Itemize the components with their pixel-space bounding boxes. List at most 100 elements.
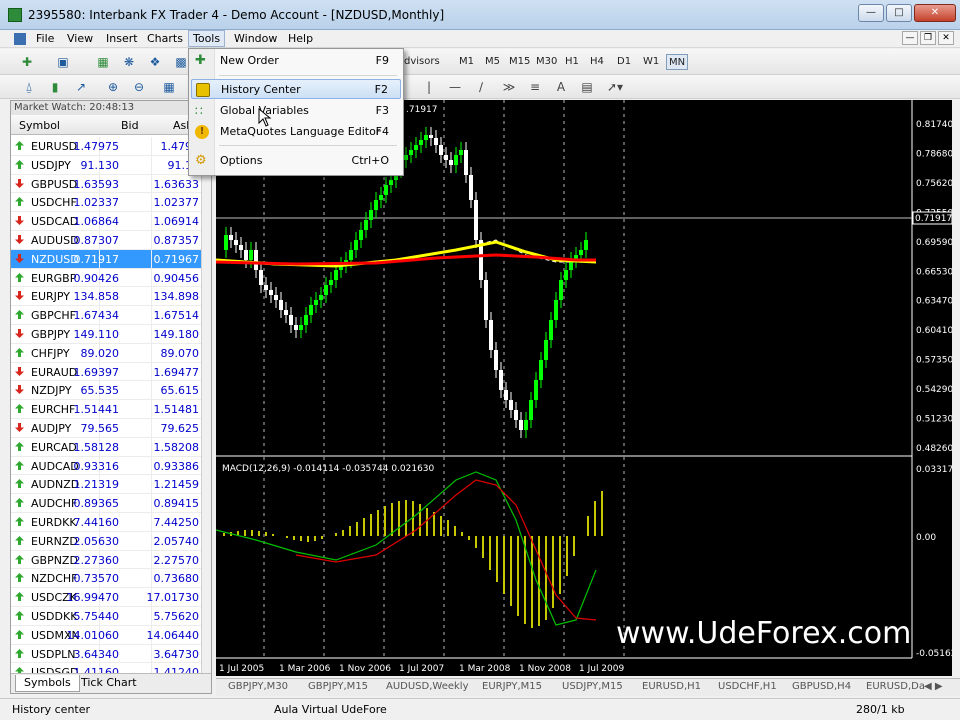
market-watch-row[interactable]: EURNZD 2.05630 2.05740 [11, 531, 201, 551]
market-watch-row[interactable]: NZDCHF 0.73570 0.73680 [11, 569, 201, 589]
col-symbol-header[interactable]: Symbol [19, 119, 60, 132]
chart-tab[interactable]: GBPJPY,M15 [308, 681, 368, 692]
market-watch-row[interactable]: EURDKK 7.44160 7.44250 [11, 513, 201, 532]
text-tool-icon[interactable]: A [552, 78, 570, 96]
expert-advisors-button[interactable]: dvisors [402, 54, 442, 70]
market-watch-row[interactable]: EURAUD 1.69397 1.69477 [11, 362, 201, 382]
market-watch-row[interactable]: EURJPY 134.858 134.898 [11, 287, 201, 307]
chart-tab[interactable]: AUDUSD,Weekly [386, 681, 469, 692]
new-chart-icon[interactable]: ✚ [18, 53, 36, 71]
chart-tab[interactable]: EURJPY,M15 [482, 681, 542, 692]
candle-body [244, 250, 248, 260]
market-watch-row[interactable]: GBPUSD 1.63593 1.63633 [11, 174, 201, 194]
timeframe-m1[interactable]: M1 [457, 54, 476, 70]
timeframe-m15[interactable]: M15 [507, 54, 532, 70]
horizontal-line-icon[interactable]: — [446, 78, 464, 96]
menu-item-history-center[interactable]: History Center F2 [191, 79, 401, 99]
market-watch-row[interactable]: NZDJPY 65.535 65.615 [11, 381, 201, 401]
market-watch-row[interactable]: USDCHF 1.02337 1.02377 [11, 193, 201, 213]
market-watch-row[interactable]: EURCAD 1.58128 1.58208 [11, 437, 201, 457]
chart-tab[interactable]: USDCHF,H1 [718, 681, 777, 692]
text-label-icon[interactable]: ▤ [578, 78, 596, 96]
menu-tools[interactable]: Tools [188, 30, 226, 47]
market-watch-row[interactable]: AUDJPY 79.565 79.625 [11, 419, 201, 438]
menu-view[interactable]: View [67, 32, 93, 45]
menu-help[interactable]: Help [288, 32, 313, 45]
menu-item-options[interactable]: ⚙ Options Ctrl+O [191, 151, 401, 171]
row-ask: 3.64730 [153, 647, 200, 661]
market-watch-row[interactable]: AUDCHF 0.89365 0.89415 [11, 494, 201, 513]
market-watch-row[interactable]: AUDCAD 0.93316 0.93386 [11, 456, 201, 476]
chart-tab[interactable]: EURUSD,H1 [642, 681, 701, 692]
trendline-icon[interactable]: ∕ [472, 78, 490, 96]
market-watch-row[interactable]: AUDUSD 0.87307 0.87357 [11, 231, 201, 250]
market-watch-row[interactable]: EURUSD 1.47975 1.4799 [11, 137, 201, 156]
timeframe-d1[interactable]: D1 [615, 54, 633, 70]
menu-item-metaquotes-editor[interactable]: ! MetaQuotes Language Editor F4 [191, 122, 401, 142]
market-watch-row[interactable]: USDPLN 3.64340 3.64730 [11, 644, 201, 664]
chart-tab[interactable]: GBPJPY,M30 [228, 681, 288, 692]
mdi-restore-button[interactable]: ❐ [920, 31, 936, 45]
zoom-in-icon[interactable]: ⊕ [104, 78, 122, 96]
bar-chart-icon[interactable]: ⍙ [20, 78, 38, 96]
menu-item-global-variables[interactable]: ∷ Global Variables F3 [191, 101, 401, 121]
tab-tick-chart[interactable]: Tick Chart [73, 675, 145, 692]
arrows-tool-icon[interactable]: ➚▾ [606, 78, 624, 96]
timeframe-h4[interactable]: H4 [588, 54, 606, 70]
profiles-icon[interactable]: ▣ [54, 53, 72, 71]
time-axis-label: 1 Nov 2008 [519, 664, 571, 674]
candlestick-icon[interactable]: ▮ [46, 78, 64, 96]
chart-canvas[interactable]: 1 Jul 2005 1 Mar 2006 1 Nov 2006 1 Jul 2007… [216, 100, 952, 676]
tab-scroll-arrows-icon[interactable]: ◀ ▶ [924, 681, 943, 692]
mdi-close-button[interactable]: ✕ [938, 31, 954, 45]
menu-insert[interactable]: Insert [106, 32, 138, 45]
col-bid-header[interactable]: Bid [121, 119, 139, 132]
chart-tab[interactable]: USDJPY,M15 [562, 681, 623, 692]
timeframe-mn[interactable]: MN [666, 54, 689, 70]
market-watch-row[interactable]: GBPJPY 149.110 149.180 [11, 325, 201, 344]
zoom-out-icon[interactable]: ⊖ [130, 78, 148, 96]
price-up-icon [15, 535, 24, 545]
vertical-line-icon[interactable]: | [420, 78, 438, 96]
line-chart-icon[interactable]: ↗ [72, 78, 90, 96]
timeframe-w1[interactable]: W1 [641, 54, 661, 70]
market-watch-row[interactable]: USDJPY 91.130 91.16 [11, 155, 201, 175]
timeframe-h1[interactable]: H1 [563, 54, 581, 70]
market-watch-row[interactable]: USDCAD 1.06864 1.06914 [11, 212, 201, 231]
row-bid: 89.020 [80, 346, 120, 360]
market-watch-icon[interactable]: ▦ [94, 53, 112, 71]
menu-charts[interactable]: Charts [147, 32, 183, 45]
market-watch-row[interactable]: CHFJPY 89.020 89.070 [11, 343, 201, 363]
market-watch-row[interactable]: EURCHF 1.51441 1.51481 [11, 400, 201, 419]
market-watch-row[interactable]: NZDUSD 0.71917 0.71967 [11, 249, 201, 269]
fibonacci-icon[interactable]: ≡ [526, 78, 544, 96]
candle-body [454, 155, 458, 165]
navigator-icon[interactable]: ❋ [120, 53, 138, 71]
channel-icon[interactable]: ≫ [500, 78, 518, 96]
market-watch-row[interactable]: USDDKK 5.75440 5.75620 [11, 607, 201, 626]
market-watch-row[interactable]: AUDNZD 1.21319 1.21459 [11, 475, 201, 495]
tile-windows-icon[interactable]: ▦ [160, 78, 178, 96]
menu-item-new-order[interactable]: ✚ New Order F9 [191, 51, 401, 71]
minimize-button[interactable]: — [858, 4, 884, 22]
timeframe-m30[interactable]: M30 [534, 54, 559, 70]
market-watch-row[interactable]: GBPNZD 2.27360 2.27570 [11, 550, 201, 570]
market-watch-row[interactable]: USDCZK 16.99470 17.01730 [11, 588, 201, 607]
maximize-button[interactable]: □ [886, 4, 912, 22]
chart-tab[interactable]: EURUSD,Da [866, 681, 925, 692]
market-watch-scrollbar[interactable] [201, 135, 211, 673]
menu-window[interactable]: Window [234, 32, 277, 45]
price-chart[interactable]: 1 Jul 2005 1 Mar 2006 1 Nov 2006 1 Jul 2007… [216, 100, 952, 676]
candle-body [369, 210, 373, 220]
market-watch-row[interactable]: GBPCHF 1.67434 1.67514 [11, 306, 201, 325]
tab-symbols[interactable]: Symbols [15, 675, 80, 692]
chart-tab[interactable]: GBPUSD,H4 [792, 681, 851, 692]
terminal-icon[interactable]: ❖ [146, 53, 164, 71]
close-button[interactable]: ✕ [914, 4, 956, 22]
menu-file[interactable]: File [36, 32, 54, 45]
row-bid: 1.69397 [73, 365, 120, 379]
timeframe-m5[interactable]: M5 [483, 54, 502, 70]
market-watch-row[interactable]: USDMXN 14.01060 14.06440 [11, 625, 201, 645]
mdi-minimize-button[interactable]: — [902, 31, 918, 45]
market-watch-row[interactable]: EURGBP 0.90426 0.90456 [11, 268, 201, 288]
